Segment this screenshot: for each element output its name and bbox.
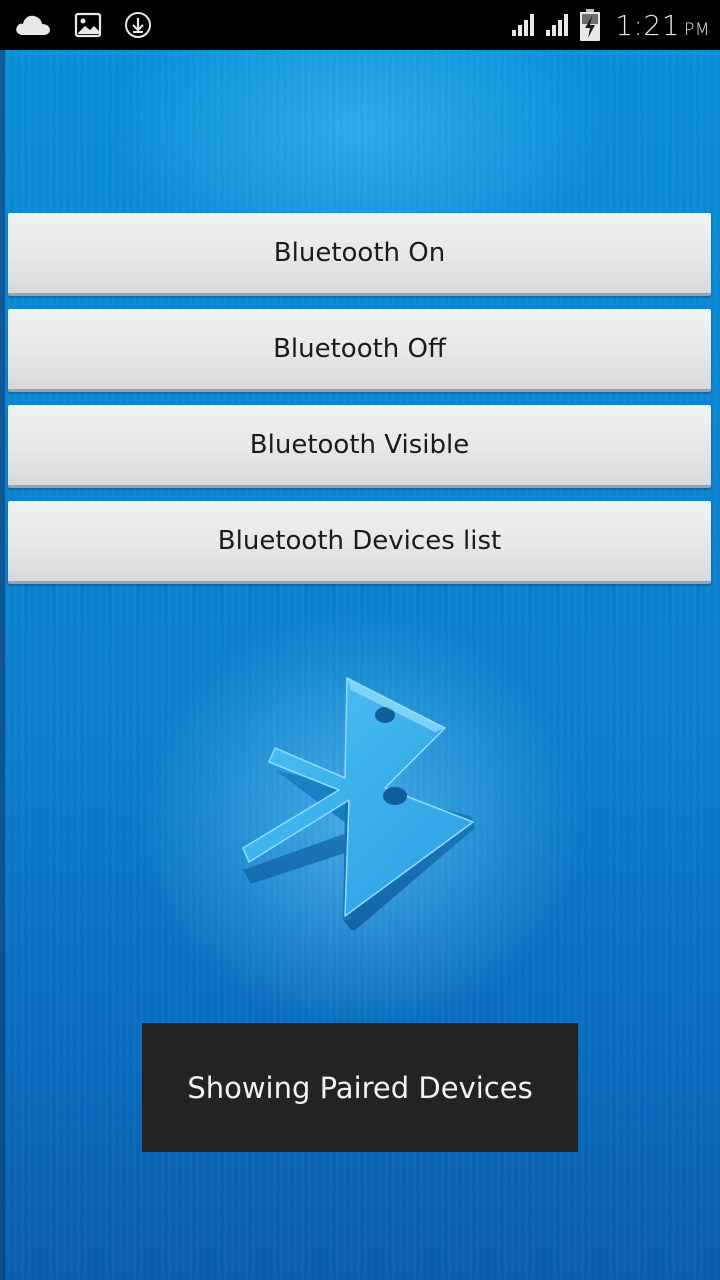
bluetooth-off-button[interactable]: Bluetooth Off — [8, 309, 711, 392]
signal-icon — [545, 12, 571, 38]
battery-charging-icon — [579, 8, 601, 42]
cloud-icon — [14, 12, 52, 38]
signal-icon — [511, 12, 537, 38]
toast-message: Showing Paired Devices — [142, 1023, 578, 1152]
status-clock: 1:21 PM — [615, 8, 710, 42]
bluetooth-icon — [242, 677, 475, 930]
notification-icons — [14, 8, 152, 42]
bluetooth-on-button[interactable]: Bluetooth On — [8, 213, 711, 296]
app-screen: Bluetooth On Bluetooth Off Bluetooth Vis… — [0, 50, 720, 1280]
bluetooth-visible-button[interactable]: Bluetooth Visible — [8, 405, 711, 488]
download-icon — [124, 11, 152, 39]
bluetooth-devices-list-button[interactable]: Bluetooth Devices list — [8, 501, 711, 584]
status-bar: 1:21 PM — [0, 0, 720, 50]
system-icons: 1:21 PM — [511, 6, 710, 44]
image-icon — [74, 11, 102, 39]
